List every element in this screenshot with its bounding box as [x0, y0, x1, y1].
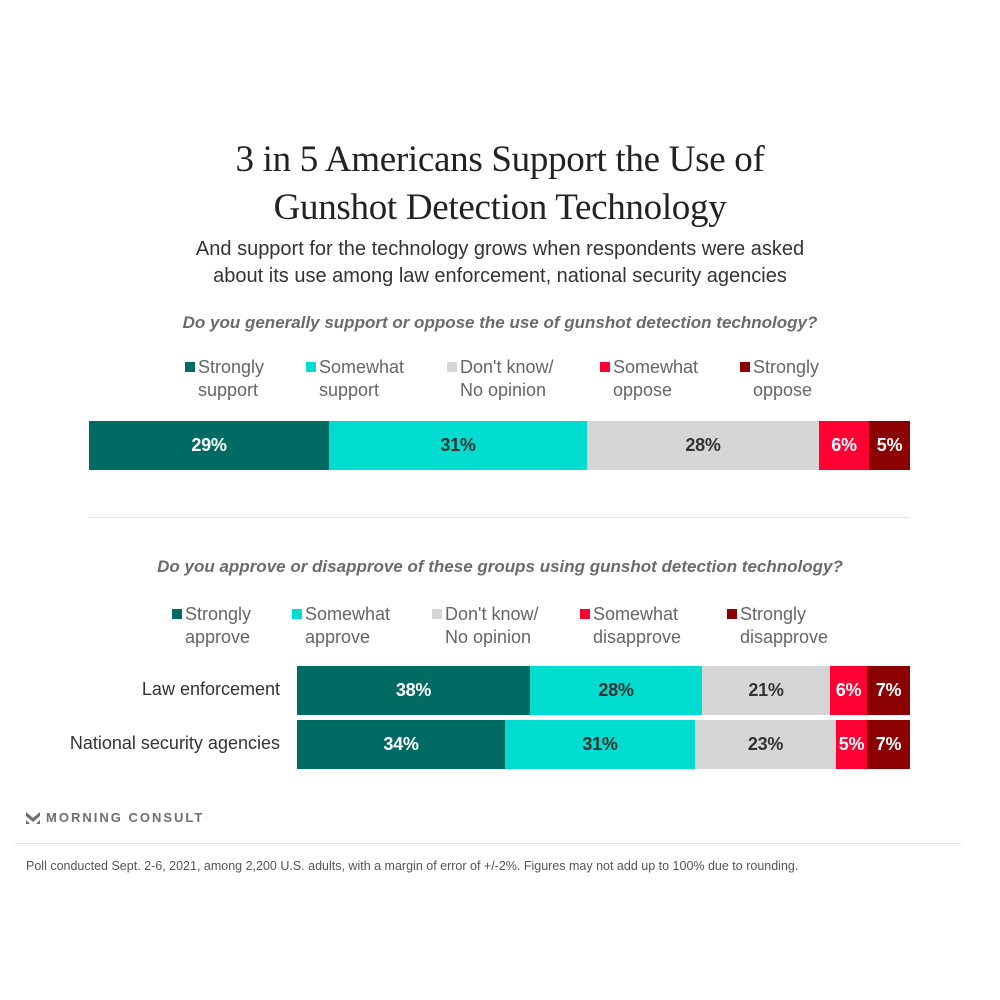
chart-title: 3 in 5 Americans Support the Use of Guns… — [0, 136, 1000, 232]
legend-label-line-2: support — [198, 380, 259, 400]
data-label: 5% — [838, 734, 865, 754]
data-label: 6% — [831, 435, 857, 455]
legend-item-don-t-know-no-opinion: Don't know/No opinion — [432, 603, 538, 649]
legend-item-somewhat-oppose: Somewhat oppose — [600, 356, 698, 402]
bar-segment-somewhat-oppose: 6% — [819, 421, 869, 470]
chart-subtitle-line-2: about its use among law enforcement, nat… — [213, 265, 787, 287]
bar-segment-strongly-disapprove: 7% — [867, 666, 910, 715]
legend-swatch — [292, 609, 302, 619]
logo-trademark: · — [205, 814, 208, 821]
section-divider — [89, 517, 910, 518]
stacked-bar-national-security-agencies: 34% 31% 23% 5% 7% — [297, 720, 910, 769]
bar-segment-somewhat-disapprove: 6% — [830, 666, 867, 715]
legend-item-strongly-approve: Strongly approve — [172, 603, 251, 649]
legend-swatch — [185, 362, 195, 372]
data-label: 29% — [191, 435, 227, 455]
legend-item-don-t-know-no-opinion: Don't know/No opinion — [447, 356, 553, 402]
legend-item-somewhat-disapprove: Somewhat disapprove — [580, 603, 681, 649]
legend-approve: Strongly approve Somewhat approve Don't know… — [0, 603, 1000, 653]
bar-segment-strongly-approve: 34% — [297, 720, 505, 769]
legend-swatch — [727, 609, 737, 619]
data-label: 38% — [395, 680, 432, 700]
data-label: 31% — [440, 435, 476, 455]
legend-label-line-1: Strongly — [185, 604, 252, 624]
data-label: 28% — [598, 680, 634, 700]
legend-support: Strongly support Somewhat support Don't know… — [0, 356, 1000, 406]
data-label: 23% — [747, 734, 784, 754]
bar-segment-somewhat-approve: 28% — [530, 666, 702, 715]
data-label: 6% — [835, 680, 862, 700]
legend-swatch — [580, 609, 590, 619]
morning-consult-logo: MORNING CONSULT · — [26, 810, 207, 825]
legend-swatch — [447, 362, 457, 372]
legend-item-somewhat-support: Somewhat support — [306, 356, 404, 402]
legend-label-line-2: oppose — [753, 380, 813, 400]
stacked-bar: 29% 31% 28% 6% 5% — [89, 421, 910, 470]
legend-item-somewhat-approve: Somewhat approve — [292, 603, 390, 649]
legend-swatch — [172, 609, 182, 619]
legend-label-line-2: No opinion — [460, 380, 547, 400]
bar-segment-don-t-know-no-opinion: 28% — [587, 421, 819, 470]
data-label: 31% — [582, 734, 618, 754]
data-label: 5% — [876, 435, 903, 455]
legend-label-line-2: No opinion — [445, 627, 532, 647]
legend-swatch — [740, 362, 750, 372]
bar-segment-strongly-oppose: 5% — [869, 421, 910, 470]
legend-label-line-1: Strongly — [740, 604, 807, 624]
bar-segment-somewhat-approve: 31% — [505, 720, 695, 769]
footnote: Poll conducted Sept. 2-6, 2021, among 2,… — [26, 859, 799, 873]
chart-subtitle: And support for the technology grows whe… — [0, 236, 1000, 290]
footer-divider — [15, 843, 961, 844]
legend-label-line-1: Somewhat — [613, 357, 699, 377]
chart-subtitle-line-1: And support for the technology grows whe… — [195, 238, 805, 260]
legend-label-line-2: approve — [305, 627, 371, 647]
legend-label-line-2: support — [319, 380, 380, 400]
legend-label-line-1: Strongly — [198, 357, 265, 377]
logo-text: MORNING CONSULT — [46, 810, 205, 825]
bar-segment-somewhat-support: 31% — [329, 421, 587, 470]
legend-swatch — [432, 609, 442, 619]
legend-label-line-1: Don't know/ — [460, 357, 554, 377]
legend-item-strongly-oppose: Strongly oppose — [740, 356, 819, 402]
data-label: 21% — [748, 680, 784, 700]
legend-swatch — [600, 362, 610, 372]
legend-item-strongly-disapprove: Strongly disapprove — [727, 603, 828, 649]
chart-title-line-2: Gunshot Detection Technology — [273, 187, 727, 228]
legend-label-line-1: Somewhat — [305, 604, 391, 624]
question-1: Do you generally support or oppose the u… — [182, 313, 818, 332]
bar-segment-strongly-disapprove: 7% — [867, 720, 910, 769]
legend-swatch — [306, 362, 316, 372]
stacked-bar-law-enforcement: 38% 28% 21% 6% 7% — [297, 666, 910, 715]
row-label-national-security-agencies: National security agencies — [69, 733, 280, 753]
legend-label-line-2: approve — [185, 627, 251, 647]
bar-segment-strongly-support: 29% — [89, 421, 329, 470]
legend-label-line-1: Somewhat — [593, 604, 679, 624]
legend-label-line-1: Somewhat — [319, 357, 405, 377]
legend-label-line-2: disapprove — [593, 627, 682, 647]
bar-segment-strongly-approve: 38% — [297, 666, 530, 715]
legend-label-line-1: Don't know/ — [445, 604, 539, 624]
morning-consult-chevron-icon — [26, 811, 40, 824]
legend-label-line-2: disapprove — [740, 627, 829, 647]
data-label: 34% — [383, 734, 419, 754]
question-2: Do you approve or disapprove of these gr… — [157, 557, 843, 576]
row-label-law-enforcement: Law enforcement — [141, 679, 280, 699]
bar-segment-somewhat-disapprove: 5% — [836, 720, 867, 769]
legend-label-line-1: Strongly — [753, 357, 820, 377]
data-label: 28% — [685, 435, 721, 455]
data-label: 7% — [875, 680, 902, 700]
data-label: 7% — [875, 734, 902, 754]
legend-item-strongly-support: Strongly support — [185, 356, 264, 402]
bar-segment-don-t-know-no-opinion: 23% — [695, 720, 836, 769]
legend-label-line-2: oppose — [613, 380, 673, 400]
bar-segment-don-t-know-no-opinion: 21% — [702, 666, 830, 715]
chart-title-line-1: 3 in 5 Americans Support the Use of — [235, 139, 765, 180]
